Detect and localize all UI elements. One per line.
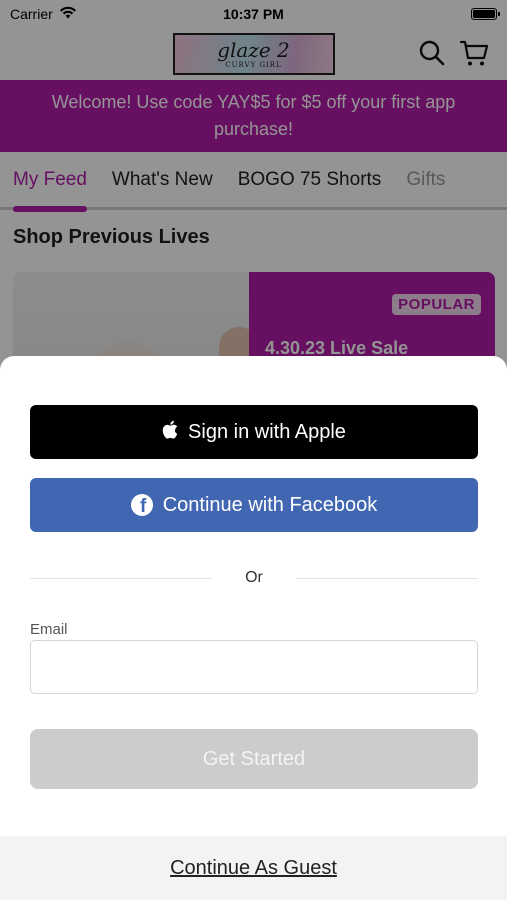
divider-text: Or	[245, 569, 263, 586]
or-divider: Or	[30, 568, 478, 588]
facebook-button-label: Continue with Facebook	[162, 493, 378, 516]
email-field[interactable]	[30, 640, 478, 694]
email-label: Email	[30, 621, 68, 638]
apple-button-label: Sign in with Apple	[188, 420, 346, 443]
get-started-button[interactable]: Get Started	[30, 729, 478, 789]
divider-line-right	[296, 577, 478, 579]
divider-line-left	[30, 577, 212, 579]
sign-in-with-apple-button[interactable]: Sign in with Apple	[30, 405, 478, 459]
sign-in-sheet: Sign in with Apple f Continue with Faceb…	[0, 356, 507, 900]
apple-icon	[162, 420, 178, 445]
guest-footer: Continue As Guest	[0, 836, 507, 900]
continue-with-facebook-button[interactable]: f Continue with Facebook	[30, 478, 478, 532]
facebook-icon: f	[130, 494, 153, 516]
get-started-label: Get Started	[202, 747, 306, 770]
continue-as-guest-link[interactable]: Continue As Guest	[170, 857, 337, 880]
